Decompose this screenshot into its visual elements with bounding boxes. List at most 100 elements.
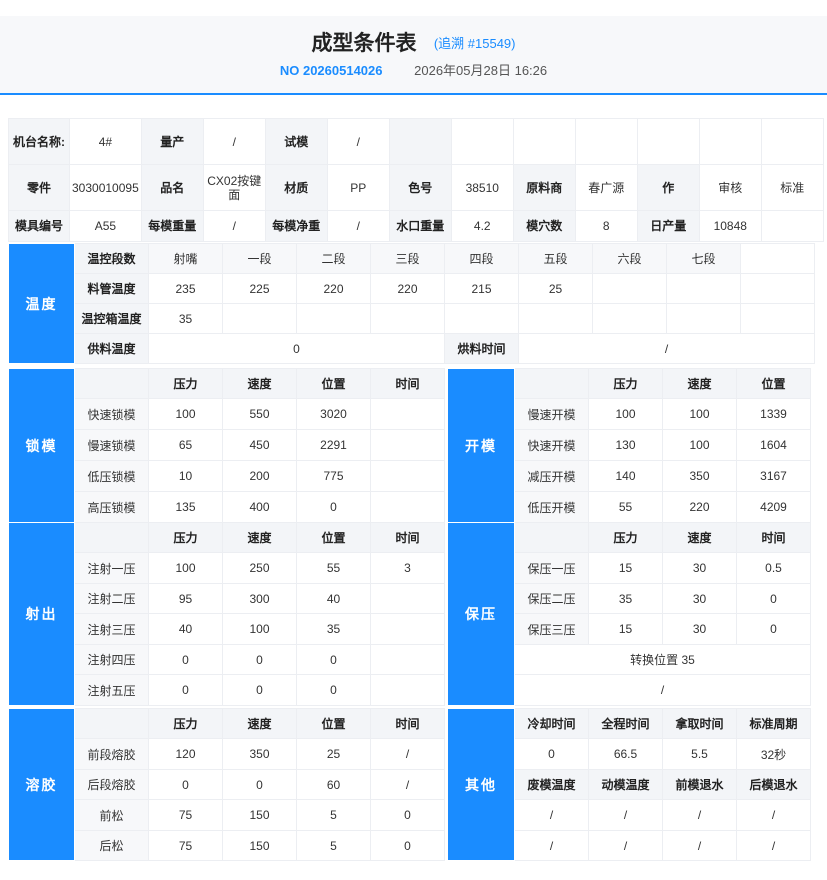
production-label: 量产 (140, 118, 204, 165)
other-header-cell: 标准周期 (736, 708, 811, 739)
shot-weight-value: / (202, 210, 266, 242)
empty-cell (574, 118, 638, 165)
switch-position: 转换位置 35 (514, 644, 811, 675)
injection-row-label: 注射五压 (74, 674, 149, 706)
color-label: 色号 (388, 164, 452, 211)
mold-label: 模具编号 (8, 210, 70, 242)
clamp-cell: 775 (296, 460, 371, 492)
open-cell: 130 (588, 429, 663, 461)
melt-cell: 0 (222, 769, 297, 800)
clamp-cell: 10 (148, 460, 223, 492)
injection-cell: 0 (148, 644, 223, 675)
supplier-value: 春广源 (574, 164, 638, 211)
barrel-temp-cell: 225 (222, 273, 297, 304)
temp-header-cell: 三段 (370, 243, 445, 274)
clamp-cell: 3020 (296, 398, 371, 430)
injection-header-cell: 时间 (370, 522, 445, 553)
clamp-cell: 200 (222, 460, 297, 492)
standard-label: 标准 (760, 164, 824, 211)
injection-cell: 0 (296, 644, 371, 675)
other-cell: / (736, 799, 811, 831)
melt-cell: 5 (296, 830, 371, 861)
empty-cell (740, 243, 815, 274)
open-cell: 220 (662, 491, 737, 523)
barrel-temp-cell: 220 (370, 273, 445, 304)
net-weight-label: 每模净重 (264, 210, 328, 242)
injection-cell: 0 (222, 674, 297, 706)
barrel-temp-label: 料管温度 (74, 273, 149, 304)
clamp-cell: 2291 (296, 429, 371, 461)
clamp-cell: 135 (148, 491, 223, 523)
injection-section: 射出 压力 速度 位置 时间 注射一压 100 250 55 3 注射二压 95 300 40… (8, 522, 445, 706)
holding-row-label: 保压二压 (514, 583, 589, 614)
temp-header-cell: 温控段数 (74, 243, 149, 274)
clamp-header-cell: 时间 (370, 368, 445, 399)
injection-title: 射出 (8, 522, 75, 706)
injection-header-cell: 压力 (148, 522, 223, 553)
clamp-row-label: 高压锁模 (74, 491, 149, 523)
other-header-cell: 废模温度 (514, 769, 589, 800)
gate-weight-value: 4.2 (450, 210, 514, 242)
melt-header-cell: 速度 (222, 708, 297, 739)
temperature-section: 温度 温控段数 射嘴 一段 二段 三段 四段 五段 六段 七段 料管温度 235… (8, 243, 815, 364)
holding-cell: 30 (662, 613, 737, 645)
empty-cell (518, 303, 593, 334)
injection-cell: 40 (148, 613, 223, 645)
melt-cell: 120 (148, 738, 223, 770)
injection-header-cell: 速度 (222, 522, 297, 553)
barrel-temp-cell (666, 273, 741, 304)
other-cell: / (514, 830, 589, 861)
holding-header-cell: 时间 (736, 522, 811, 553)
other-cell: 5.5 (662, 738, 737, 770)
other-cell: / (662, 830, 737, 861)
clamp-header-cell: 压力 (148, 368, 223, 399)
injection-cell: 95 (148, 583, 223, 614)
daily-output-label: 日产量 (636, 210, 700, 242)
clamp-cell: 0 (296, 491, 371, 523)
mold-value: A55 (69, 210, 142, 242)
melt-row-label: 后松 (74, 830, 149, 861)
clamp-section: 锁模 压力 速度 位置 时间 快速锁模 100 550 3020 慢速锁模 65 450 2… (8, 368, 445, 523)
clamp-cell: 450 (222, 429, 297, 461)
injection-cell: 0 (222, 644, 297, 675)
holding-header-cell: 压力 (588, 522, 663, 553)
injection-cell: 300 (222, 583, 297, 614)
clamp-header-cell: 速度 (222, 368, 297, 399)
melt-cell: 150 (222, 799, 297, 831)
injection-cell (370, 674, 445, 706)
melt-cell: 75 (148, 830, 223, 861)
trace-link[interactable]: (追溯 #15549) (434, 29, 516, 59)
melt-cell: 25 (296, 738, 371, 770)
melt-cell: 0 (148, 769, 223, 800)
daily-output-value: 10848 (698, 210, 762, 242)
melt-header-cell (74, 708, 149, 739)
name-value: CX02按键面 (202, 164, 266, 211)
other-section: 其他 冷却时间 全程时间 拿取时间 标准周期 0 66.5 5.5 32秒 废模温度 … (447, 708, 811, 861)
injection-cell: 3 (370, 552, 445, 584)
melt-header-cell: 时间 (370, 708, 445, 739)
document-number: NO 20260514026 (279, 63, 383, 78)
page-header: 成型条件表 (追溯 #15549) NO 20260514026 2026年05… (0, 16, 827, 95)
injection-cell: 100 (222, 613, 297, 645)
temp-header-cell: 五段 (518, 243, 593, 274)
melt-cell: 60 (296, 769, 371, 800)
empty-cell (760, 118, 824, 165)
empty-cell (592, 303, 667, 334)
other-header-cell: 前模退水 (662, 769, 737, 800)
other-cell: / (588, 799, 663, 831)
melt-section: 溶胶 压力 速度 位置 时间 前段熔胶 120 350 25/ 后段熔胶 0 0 60/ 前… (8, 708, 445, 861)
clamp-cell: 550 (222, 398, 297, 430)
trial-value: / (326, 118, 390, 165)
holding-cell: 15 (588, 613, 663, 645)
page-title: 成型条件表 (311, 31, 417, 55)
temp-header-cell: 射嘴 (148, 243, 223, 274)
open-cell: 1339 (736, 398, 811, 430)
empty-cell (222, 303, 297, 334)
barrel-temp-cell: 235 (148, 273, 223, 304)
open-cell: 100 (662, 429, 737, 461)
empty-cell (512, 118, 576, 165)
melt-header-cell: 位置 (296, 708, 371, 739)
injection-cell: 40 (296, 583, 371, 614)
holding-cell: 30 (662, 583, 737, 614)
other-cell: 0 (514, 738, 589, 770)
